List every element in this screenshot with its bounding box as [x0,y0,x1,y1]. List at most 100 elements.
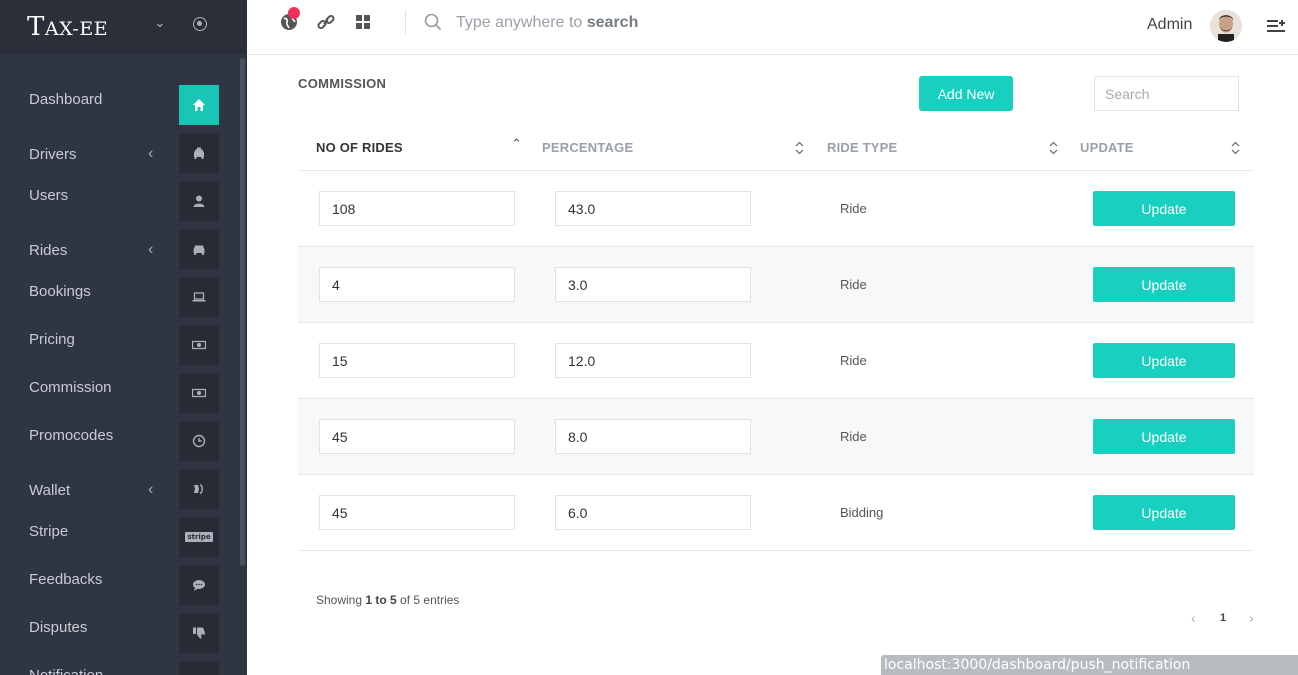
column-header-no-of-rides[interactable]: NO OF RIDES [316,140,403,155]
status-bar-url: localhost:3000/dashboard/push_notificati… [881,655,1298,675]
sidebar-item-bookings[interactable]: Bookings [0,277,236,317]
chevron-left-icon[interactable]: ‹ [148,241,153,259]
percentage-input[interactable] [555,267,751,302]
ride-type-value: Bidding [840,505,884,520]
table-row: Ride Update [298,171,1254,247]
no-of-rides-input[interactable] [319,267,515,302]
sidebar-item-commission[interactable]: Commission [0,373,236,413]
link-icon[interactable] [316,12,336,32]
clock-icon[interactable] [179,421,219,461]
notification-badge [288,7,300,19]
chevron-down-icon[interactable]: ⌄ [154,14,166,31]
thumbs-down-icon[interactable] [179,613,219,653]
sidebar-item-disputes[interactable]: Disputes [0,613,236,653]
update-button[interactable]: Update [1093,343,1235,378]
pagination-next[interactable]: › [1249,610,1254,626]
user-icon[interactable] [179,181,219,221]
ride-type-value: Ride [840,429,867,444]
pagination-prev[interactable]: ‹ [1191,610,1196,626]
no-of-rides-input[interactable] [319,191,515,226]
showing-suffix: of 5 entries [396,593,460,607]
sidebar-item-label: Disputes [29,619,88,636]
stripe-icon[interactable]: stripe [179,517,219,557]
no-of-rides-input[interactable] [319,419,515,454]
main-content: COMMISSION Add New NO OF RIDES ⌃ PERCENT… [247,55,1298,675]
column-header-percentage[interactable]: PERCENTAGE [542,140,633,155]
table-info: Showing 1 to 5 of 5 entries [316,593,459,607]
chevron-left-icon[interactable]: ‹ [148,481,153,499]
sort-icon[interactable] [1049,141,1058,155]
stripe-icon-text: stripe [185,532,213,542]
bell-icon[interactable] [179,661,219,675]
radio-toggle-icon[interactable] [193,17,207,31]
sidebar-item-wallet[interactable]: Wallet ‹ [0,469,236,509]
sidebar-item-label: Bookings [29,283,91,300]
percentage-input[interactable] [555,191,751,226]
grid-icon[interactable] [353,12,373,32]
global-search-input[interactable]: Type anywhere to search [456,14,638,32]
sidebar-item-pricing[interactable]: Pricing [0,325,236,365]
table-row: Ride Update [298,399,1254,475]
sidebar-item-label: Drivers [29,146,77,163]
topbar-divider [405,10,406,34]
showing-range: 1 to 5 [365,593,397,607]
sidebar-item-stripe[interactable]: Stripe stripe [0,517,236,557]
sort-asc-icon[interactable]: ⌃ [511,136,522,152]
page-title: COMMISSION [298,76,387,91]
search-icon[interactable] [424,13,442,31]
sidebar-item-label: Feedbacks [29,571,103,588]
commission-table: NO OF RIDES ⌃ PERCENTAGE RIDE TYPE UPDAT… [298,127,1254,551]
sidebar-item-notification[interactable]: Notification [0,661,236,675]
wallet-icon[interactable] [179,469,219,509]
playlist-add-icon[interactable] [1266,16,1286,34]
chevron-left-icon[interactable]: ‹ [148,145,153,163]
sidebar-item-label: Notification [29,667,103,675]
pagination-page-1[interactable]: 1 [1220,612,1226,624]
brand-logo[interactable]: TAX-EE [27,12,108,42]
sidebar-item-dashboard[interactable]: Dashboard [0,85,236,125]
update-button[interactable]: Update [1093,495,1235,530]
topbar: Type anywhere to search Admin [247,0,1298,55]
ride-type-value: Ride [840,277,867,292]
percentage-input[interactable] [555,495,751,530]
update-button[interactable]: Update [1093,419,1235,454]
money-icon[interactable] [179,373,219,413]
search-hint: Type anywhere to [456,14,587,31]
sidebar-item-promocodes[interactable]: Promocodes [0,421,236,461]
update-button[interactable]: Update [1093,191,1235,226]
table-header: NO OF RIDES ⌃ PERCENTAGE RIDE TYPE UPDAT… [298,127,1254,171]
sidebar-item-drivers[interactable]: Drivers ‹ [0,133,236,173]
home-icon[interactable] [179,85,219,125]
table-row: Ride Update [298,323,1254,399]
taxi-icon[interactable] [179,133,219,173]
sort-icon[interactable] [1231,141,1240,155]
sidebar-item-label: Wallet [29,482,71,499]
search-hint-bold: search [586,14,639,31]
sort-icon[interactable] [795,141,804,155]
car-icon[interactable] [179,229,219,269]
laptop-icon[interactable] [179,277,219,317]
sidebar-item-label: Promocodes [29,427,114,444]
money-icon[interactable] [179,325,219,365]
no-of-rides-input[interactable] [319,495,515,530]
percentage-input[interactable] [555,343,751,378]
update-button[interactable]: Update [1093,267,1235,302]
column-header-update[interactable]: UPDATE [1080,140,1134,155]
comment-icon[interactable] [179,565,219,605]
table-search-input[interactable] [1094,76,1239,111]
admin-name[interactable]: Admin [1147,16,1192,34]
showing-prefix: Showing [316,593,366,607]
table-row: Bidding Update [298,475,1254,551]
column-header-ride-type[interactable]: RIDE TYPE [827,140,897,155]
brand-initial: T [27,12,45,42]
percentage-input[interactable] [555,419,751,454]
no-of-rides-input[interactable] [319,343,515,378]
table-row: Ride Update [298,247,1254,323]
sidebar-item-users[interactable]: Users [0,181,236,221]
sidebar-item-feedbacks[interactable]: Feedbacks [0,565,236,605]
brand-bar: TAX-EE ⌄ [0,0,247,54]
sidebar-item-rides[interactable]: Rides ‹ [0,229,236,269]
add-new-button[interactable]: Add New [919,76,1013,111]
avatar[interactable] [1210,10,1242,42]
sidebar-scrollbar[interactable] [240,58,245,566]
